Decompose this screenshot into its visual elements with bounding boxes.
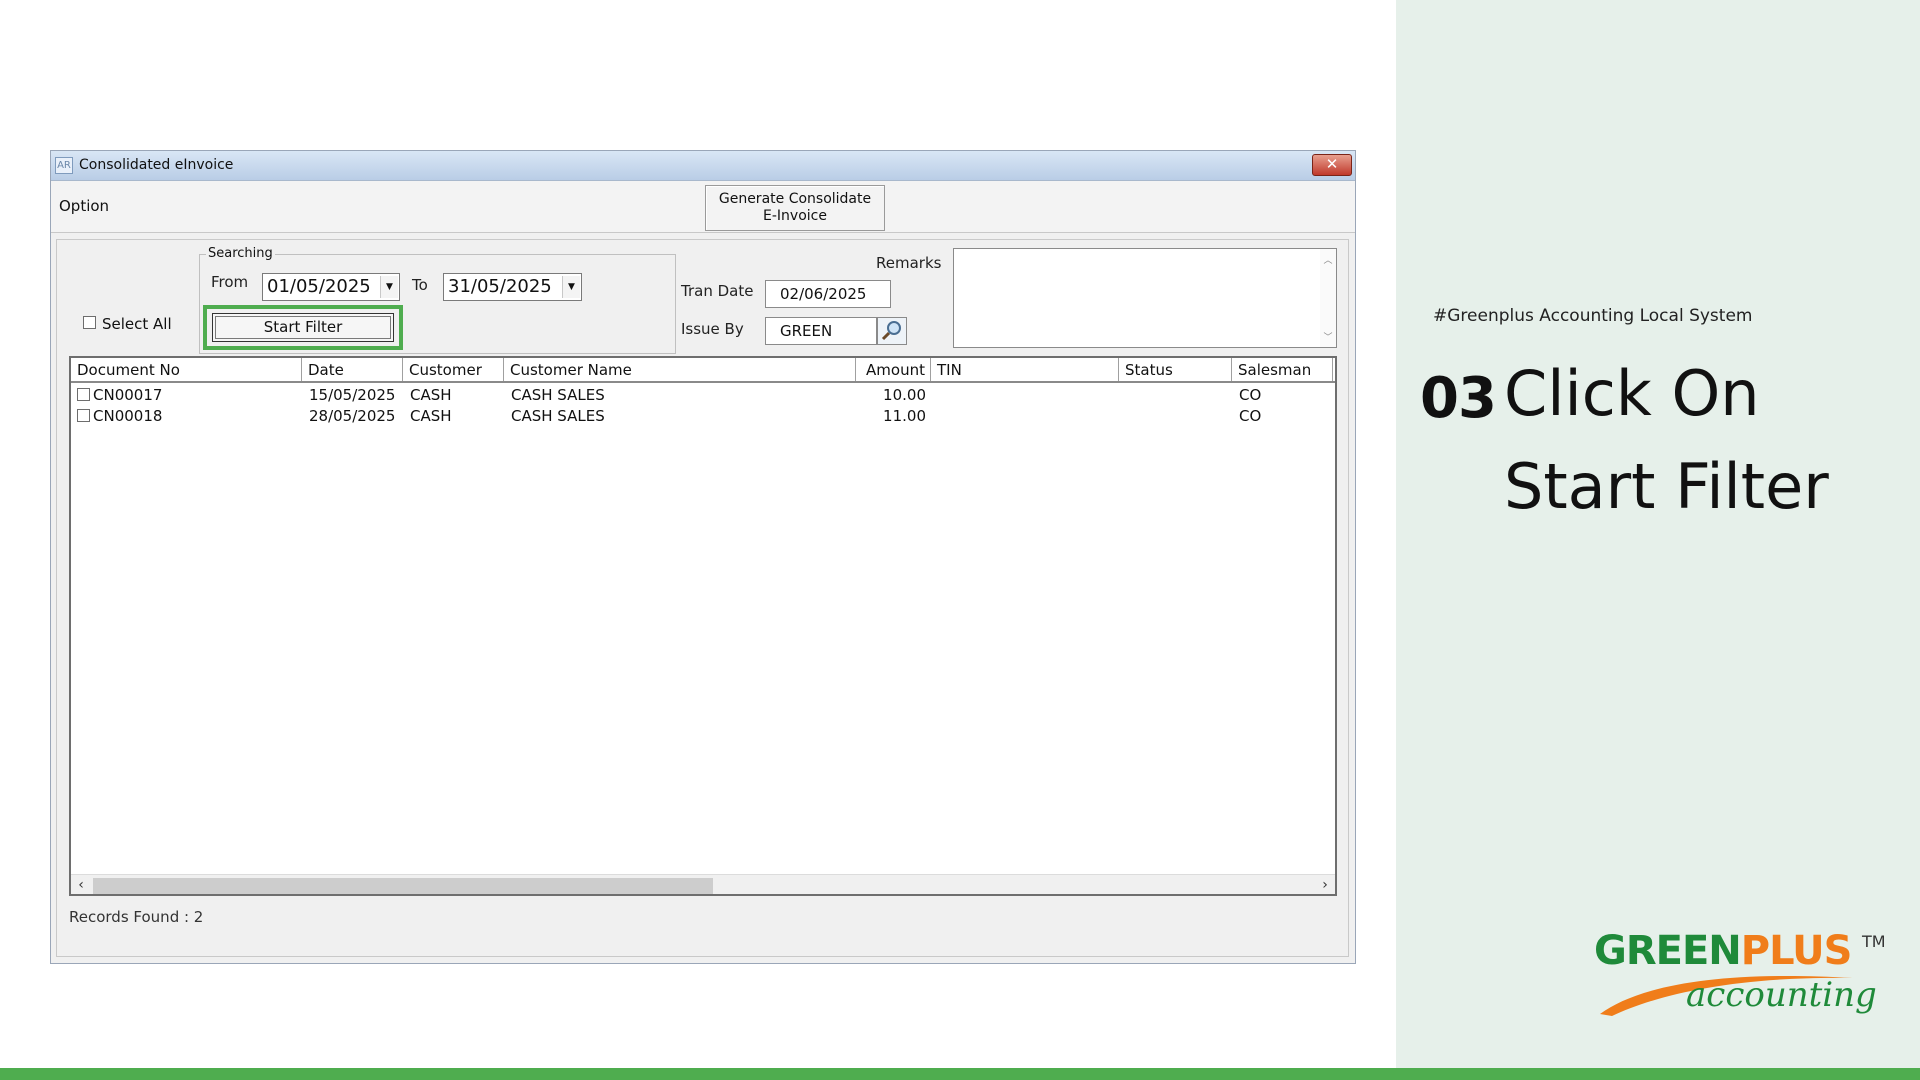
issue-by-lookup-button[interactable] xyxy=(877,317,907,345)
from-date-value: 01/05/2025 xyxy=(267,276,371,297)
to-label: To xyxy=(412,276,428,294)
generate-consolidate-einvoice-button[interactable]: Generate Consolidate E-Invoice xyxy=(705,185,885,231)
row-checkbox[interactable] xyxy=(77,388,90,401)
column-header-amount[interactable]: Amount xyxy=(856,358,931,381)
column-header-date[interactable]: Date xyxy=(302,358,403,381)
title-bar[interactable]: AR Consolidated eInvoice ✕ xyxy=(51,151,1355,181)
row-checkbox[interactable] xyxy=(77,409,90,422)
records-found-label: Records Found : 2 xyxy=(69,908,204,926)
chevron-down-icon[interactable]: ▼ xyxy=(380,276,398,298)
search-icon xyxy=(881,321,901,341)
consolidated-einvoice-window: AR Consolidated eInvoice ✕ Option Genera… xyxy=(50,150,1356,964)
greenplus-logo: GREENPLUS TM accounting xyxy=(1594,928,1894,1028)
customer-cell: CASH xyxy=(410,407,452,425)
column-header-customer[interactable]: Customer xyxy=(403,358,504,381)
remarks-scrollbar[interactable]: ︿ ﹀ xyxy=(1320,249,1336,347)
tran-date-label: Tran Date xyxy=(681,282,754,300)
table-row[interactable]: CN00018 28/05/2025 CASH CASH SALES 11.00… xyxy=(71,406,1335,427)
customer-name-cell: CASH SALES xyxy=(511,407,605,425)
content-panel: Select All Searching From 01/05/2025 ▼ T… xyxy=(56,239,1349,957)
chevron-up-icon[interactable]: ︿ xyxy=(1320,253,1336,266)
salesman-cell: CO xyxy=(1239,407,1262,425)
amount-cell: 10.00 xyxy=(883,386,926,404)
chevron-down-icon[interactable]: ▼ xyxy=(562,276,580,298)
column-header-customer-name[interactable]: Customer Name xyxy=(504,358,856,381)
column-header-tin[interactable]: TIN xyxy=(931,358,1119,381)
document-grid: Document No Date Customer Customer Name … xyxy=(69,356,1337,896)
searching-group-label: Searching xyxy=(206,246,275,261)
to-date-picker[interactable]: 31/05/2025 ▼ xyxy=(443,273,582,301)
chevron-right-icon[interactable]: › xyxy=(1315,875,1335,895)
document-no-text: CN00018 xyxy=(93,407,163,425)
bottom-accent-bar xyxy=(0,1068,1920,1080)
option-menu[interactable]: Option xyxy=(59,197,109,215)
step-title-line2: Start Filter xyxy=(1504,450,1829,523)
remarks-textarea[interactable]: ︿ ﹀ xyxy=(953,248,1337,348)
chevron-left-icon[interactable]: ‹ xyxy=(71,875,91,895)
date-cell: 28/05/2025 xyxy=(309,407,396,425)
step-title-line1: Click On xyxy=(1504,357,1760,430)
scrollbar-thumb[interactable] xyxy=(93,878,713,894)
checkbox-icon[interactable] xyxy=(83,316,96,329)
column-header-salesman[interactable]: Salesman xyxy=(1232,358,1333,381)
searching-group: Searching From 01/05/2025 ▼ To 31/05/202… xyxy=(199,246,676,354)
logo-subtitle: accounting xyxy=(1686,975,1877,1015)
column-header-status[interactable]: Status xyxy=(1119,358,1232,381)
window-title: Consolidated eInvoice xyxy=(79,157,234,173)
close-button[interactable]: ✕ xyxy=(1312,154,1352,176)
chevron-down-icon[interactable]: ﹀ xyxy=(1320,330,1336,343)
table-row[interactable]: CN00017 15/05/2025 CASH CASH SALES 10.00… xyxy=(71,385,1335,406)
document-no-cell: CN00018 xyxy=(77,406,162,427)
customer-name-cell: CASH SALES xyxy=(511,386,605,404)
toolbar: Option Generate Consolidate E-Invoice xyxy=(51,181,1355,233)
start-filter-button[interactable]: Start Filter xyxy=(212,313,394,342)
document-no-text: CN00017 xyxy=(93,386,163,404)
issue-by-label: Issue By xyxy=(681,320,744,338)
column-header-document-no[interactable]: Document No xyxy=(71,358,302,381)
amount-cell: 11.00 xyxy=(883,407,926,425)
horizontal-scrollbar[interactable]: ‹ › xyxy=(71,874,1335,894)
date-cell: 15/05/2025 xyxy=(309,386,396,404)
app-icon: AR xyxy=(55,157,73,174)
select-all-checkbox[interactable]: Select All xyxy=(83,315,172,333)
instruction-panel xyxy=(1396,0,1920,1068)
issue-by-field[interactable]: GREEN xyxy=(765,317,877,345)
from-date-picker[interactable]: 01/05/2025 ▼ xyxy=(262,273,400,301)
remarks-label: Remarks xyxy=(876,254,942,272)
select-all-label: Select All xyxy=(102,315,172,333)
logo-trademark: TM xyxy=(1862,932,1886,951)
from-label: From xyxy=(211,273,249,291)
customer-cell: CASH xyxy=(410,386,452,404)
grid-header: Document No Date Customer Customer Name … xyxy=(71,358,1335,383)
tran-date-field[interactable]: 02/06/2025 xyxy=(765,280,891,308)
slide: AR Consolidated eInvoice ✕ Option Genera… xyxy=(0,0,1920,1080)
salesman-cell: CO xyxy=(1239,386,1262,404)
hashtag-text: #Greenplus Accounting Local System xyxy=(1433,306,1753,326)
to-date-value: 31/05/2025 xyxy=(448,276,552,297)
start-filter-highlight: Start Filter xyxy=(203,305,403,350)
document-no-cell: CN00017 xyxy=(77,385,162,406)
step-number: 03 xyxy=(1420,366,1497,431)
